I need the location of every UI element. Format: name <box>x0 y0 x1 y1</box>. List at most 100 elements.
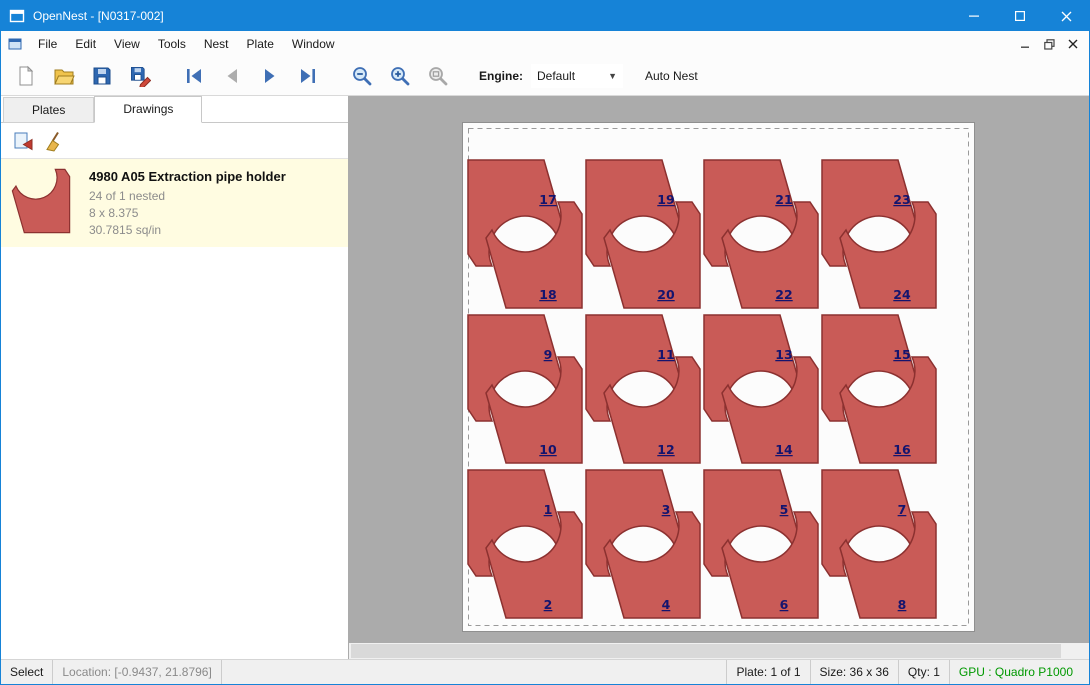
menu-item-edit[interactable]: Edit <box>66 31 105 57</box>
tab-drawings[interactable]: Drawings <box>94 96 202 123</box>
minimize-icon <box>969 11 979 21</box>
mdi-restore-icon <box>1044 39 1055 50</box>
scrollbar-thumb[interactable] <box>351 644 1061 658</box>
app-icon <box>9 8 25 24</box>
part-number: 5 <box>780 502 789 517</box>
last-plate-button[interactable] <box>289 59 327 93</box>
plate[interactable]: 171819202122232491011121314151612345678 <box>462 122 975 632</box>
part-number: 15 <box>893 347 910 362</box>
part-number: 8 <box>898 597 907 612</box>
status-location: Location: [-0.9437, 21.8796] <box>53 660 221 684</box>
menu-bar: FileEditViewToolsNestPlateWindow <box>1 31 1089 57</box>
part-number: 11 <box>657 347 674 362</box>
part-number: 20 <box>657 287 675 302</box>
menu-item-view[interactable]: View <box>105 31 149 57</box>
part-number: 21 <box>775 192 792 207</box>
part-number: 6 <box>780 597 789 612</box>
document-window-icon <box>7 36 23 52</box>
part-number: 24 <box>893 287 911 302</box>
part-number: 17 <box>539 192 556 207</box>
main-toolbar: Engine: Default ▼ Auto Nest <box>1 57 1089 96</box>
previous-plate-button[interactable] <box>213 59 251 93</box>
engine-label: Engine: <box>479 69 523 83</box>
part-number: 22 <box>775 287 792 302</box>
first-plate-button[interactable] <box>175 59 213 93</box>
menu-item-file[interactable]: File <box>29 31 66 57</box>
open-button[interactable] <box>45 59 83 93</box>
chevron-down-icon: ▼ <box>608 71 617 81</box>
last-arrow-icon <box>297 65 319 87</box>
status-spacer <box>222 660 727 684</box>
nest-canvas[interactable]: 171819202122232491011121314151612345678 <box>349 96 1089 659</box>
menu-item-nest[interactable]: Nest <box>195 31 238 57</box>
minimize-button[interactable] <box>951 1 997 31</box>
menu-item-window[interactable]: Window <box>283 31 344 57</box>
drawing-list-item[interactable]: 4980 A05 Extraction pipe holder 24 of 1 … <box>1 159 348 247</box>
open-folder-icon <box>53 65 75 87</box>
new-file-icon <box>15 65 37 87</box>
auto-nest-label[interactable]: Auto Nest <box>645 69 698 83</box>
mdi-window-controls <box>1013 33 1089 55</box>
horizontal-scrollbar[interactable] <box>349 643 1089 659</box>
mdi-close-button[interactable] <box>1061 33 1085 55</box>
replace-drawing-icon <box>12 130 34 152</box>
next-arrow-icon <box>259 65 281 87</box>
clean-button[interactable] <box>39 126 71 156</box>
zoom-out-icon <box>351 65 373 87</box>
part-number: 12 <box>657 442 674 457</box>
part-number: 2 <box>544 597 553 612</box>
close-button[interactable] <box>1043 1 1089 31</box>
part-number: 4 <box>662 597 671 612</box>
first-arrow-icon <box>183 65 205 87</box>
status-plate: Plate: 1 of 1 <box>726 660 809 684</box>
menu-item-tools[interactable]: Tools <box>149 31 195 57</box>
sidebar-tabs: Plates Drawings <box>1 96 348 123</box>
next-plate-button[interactable] <box>251 59 289 93</box>
save-as-button[interactable] <box>121 59 159 93</box>
part-number: 18 <box>539 287 556 302</box>
menu-item-plate[interactable]: Plate <box>238 31 283 57</box>
status-size: Size: 36 x 36 <box>810 660 898 684</box>
part-number: 9 <box>544 347 553 362</box>
mdi-minimize-button[interactable] <box>1013 33 1037 55</box>
replace-drawing-button[interactable] <box>7 126 39 156</box>
engine-select[interactable]: Default ▼ <box>531 64 623 88</box>
zoom-in-icon <box>389 65 411 87</box>
part-number: 1 <box>544 502 553 517</box>
maximize-icon <box>1015 11 1025 21</box>
maximize-button[interactable] <box>997 1 1043 31</box>
status-bar: Select Location: [-0.9437, 21.8796] Plat… <box>1 659 1089 684</box>
main-area: Plates Drawings <box>1 96 1089 659</box>
mdi-restore-button[interactable] <box>1037 33 1061 55</box>
application-window: OpenNest - [N0317-002] FileEditViewTools… <box>0 0 1090 685</box>
previous-arrow-icon <box>221 65 243 87</box>
title-bar: OpenNest - [N0317-002] <box>1 1 1089 31</box>
close-icon <box>1061 11 1072 22</box>
save-as-icon <box>129 65 151 87</box>
zoom-fit-icon <box>427 65 449 87</box>
tab-plates[interactable]: Plates <box>3 97 94 123</box>
zoom-out-button[interactable] <box>343 59 381 93</box>
mdi-close-icon <box>1068 39 1078 49</box>
menu-items: FileEditViewToolsNestPlateWindow <box>29 31 344 57</box>
window-title: OpenNest - [N0317-002] <box>33 9 164 23</box>
save-button[interactable] <box>83 59 121 93</box>
part-number: 16 <box>893 442 911 457</box>
drawing-area: 30.7815 sq/in <box>89 222 286 239</box>
zoom-fit-button[interactable] <box>419 59 457 93</box>
status-mode: Select <box>1 660 53 684</box>
part-number: 10 <box>539 442 557 457</box>
part-number: 19 <box>657 192 674 207</box>
part-thumbnail <box>9 167 73 235</box>
part-number: 7 <box>898 502 907 517</box>
broom-icon <box>44 130 66 152</box>
save-icon <box>91 65 113 87</box>
part-number: 23 <box>893 192 910 207</box>
zoom-in-button[interactable] <box>381 59 419 93</box>
engine-selected-value: Default <box>537 69 575 83</box>
drawing-dimensions: 8 x 8.375 <box>89 205 286 222</box>
drawing-list: 4980 A05 Extraction pipe holder 24 of 1 … <box>1 159 348 659</box>
status-qty: Qty: 1 <box>898 660 949 684</box>
new-button[interactable] <box>7 59 45 93</box>
drawing-title: 4980 A05 Extraction pipe holder <box>89 169 286 184</box>
